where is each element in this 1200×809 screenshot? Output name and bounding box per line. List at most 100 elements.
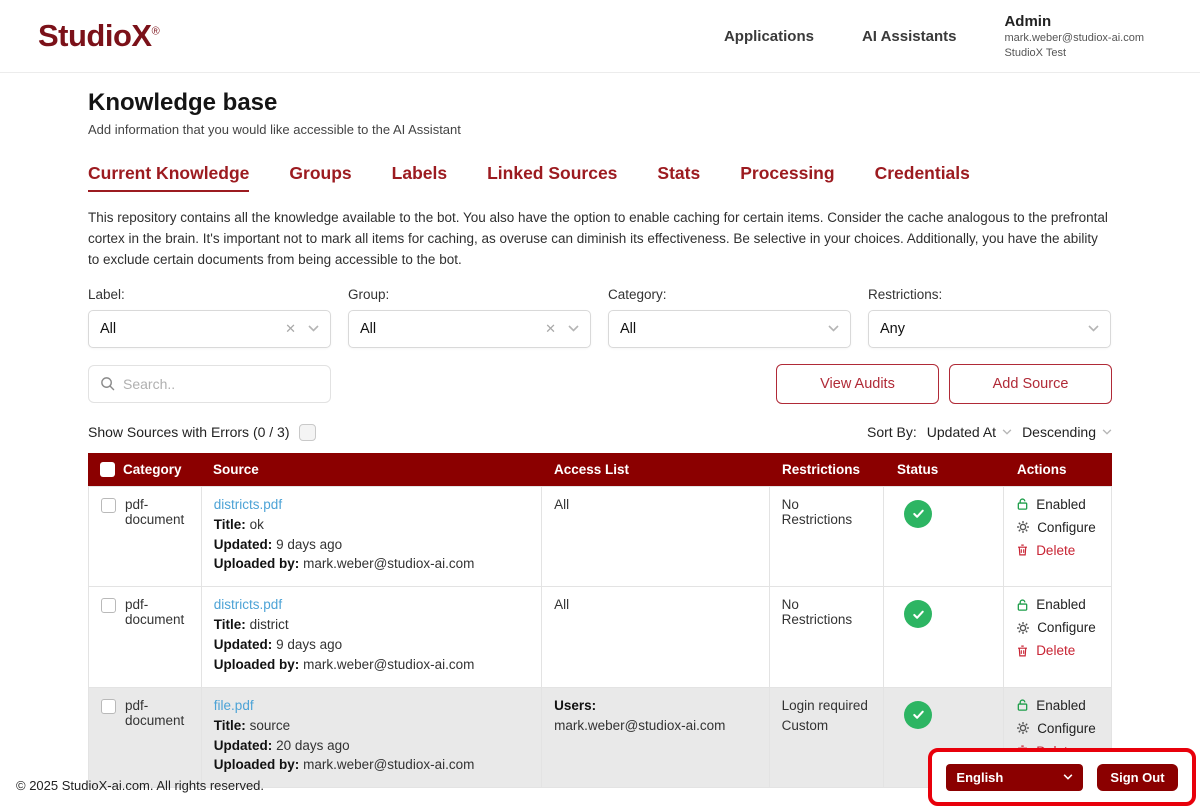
user-menu[interactable]: Admin mark.weber@studiox-ai.com StudioX …	[1004, 12, 1144, 60]
configure-action-label: Configure	[1037, 721, 1096, 736]
annotation-highlight-box: English Sign Out	[928, 748, 1196, 806]
main-content: Knowledge base Add information that you …	[88, 89, 1112, 788]
nav-ai-assistants[interactable]: AI Assistants	[862, 28, 956, 45]
chevron-down-icon	[1063, 774, 1073, 780]
enabled-action[interactable]: Enabled	[1016, 597, 1099, 612]
select-all-checkbox[interactable]	[100, 462, 115, 477]
tab-processing[interactable]: Processing	[740, 163, 834, 192]
title-label: Title:	[214, 517, 246, 532]
group-select[interactable]: All ✕	[348, 310, 591, 348]
title-label: Title:	[214, 718, 246, 733]
filter-category-caption: Category:	[608, 287, 851, 302]
table-row: pdf-document districts.pdf Title: distri…	[88, 586, 1112, 687]
page-subtitle: Add information that you would like acce…	[88, 122, 1112, 137]
delete-action[interactable]: Delete	[1016, 543, 1099, 558]
view-audits-button[interactable]: View Audits	[776, 364, 939, 404]
search-input[interactable]	[123, 376, 319, 392]
restriction-line: Login required	[782, 698, 872, 715]
gear-icon	[1016, 520, 1030, 534]
updated-value: 20 days ago	[276, 738, 350, 753]
filter-category: Category: All	[608, 287, 851, 348]
enabled-action[interactable]: Enabled	[1016, 497, 1099, 512]
uploaded-by-label: Uploaded by:	[214, 657, 300, 672]
access-list-cell: All	[542, 487, 770, 587]
chevron-down-icon	[308, 325, 319, 332]
tab-labels[interactable]: Labels	[392, 163, 447, 192]
delete-action-label: Delete	[1036, 543, 1075, 558]
tab-credentials[interactable]: Credentials	[875, 163, 970, 192]
sort-direction-value: Descending	[1022, 424, 1096, 440]
actions-cell: Enabled Configure Delete	[1004, 487, 1111, 587]
gear-icon	[1016, 721, 1030, 735]
clear-icon[interactable]: ✕	[285, 321, 296, 337]
sort-controls: Sort By: Updated At Descending	[867, 424, 1112, 440]
category-cell: pdf-document	[89, 487, 202, 587]
table-action-buttons: View Audits Add Source	[776, 364, 1112, 404]
label-select[interactable]: All ✕	[88, 310, 331, 348]
updated-label: Updated:	[214, 738, 273, 753]
sort-field-select[interactable]: Updated At	[927, 424, 1012, 440]
knowledge-table: Category Source Access List Restrictions…	[88, 453, 1112, 789]
category-select[interactable]: All	[608, 310, 851, 348]
access-users-label: Users:	[554, 698, 596, 713]
restrictions-select-value: Any	[880, 321, 1088, 337]
lock-icon	[1016, 598, 1029, 612]
user-name: Admin	[1004, 12, 1144, 32]
gear-icon	[1016, 621, 1030, 635]
user-email: mark.weber@studiox-ai.com	[1004, 31, 1144, 45]
uploaded-by-value: mark.weber@studiox-ai.com	[303, 556, 474, 571]
filter-group-caption: Group:	[348, 287, 591, 302]
uploaded-by-label: Uploaded by:	[214, 556, 300, 571]
restriction-line: Custom	[782, 718, 872, 735]
enabled-action-label: Enabled	[1036, 597, 1086, 612]
add-source-button[interactable]: Add Source	[949, 364, 1112, 404]
header-access-list: Access List	[542, 462, 770, 477]
status-cell	[884, 487, 1004, 587]
configure-action[interactable]: Configure	[1016, 721, 1099, 736]
tab-linked-sources[interactable]: Linked Sources	[487, 163, 617, 192]
source-cell: file.pdf Title: source Updated: 20 days …	[202, 688, 542, 788]
sort-by-label: Sort By:	[867, 424, 917, 440]
errors-toggle: Show Sources with Errors (0 / 3)	[88, 424, 316, 441]
title-value: district	[250, 617, 289, 632]
lock-icon	[1016, 698, 1029, 712]
tab-stats[interactable]: Stats	[657, 163, 700, 192]
source-file-link[interactable]: districts.pdf	[214, 597, 282, 612]
restrictions-select[interactable]: Any	[868, 310, 1111, 348]
filter-label: Label: All ✕	[88, 287, 331, 348]
access-user-value: mark.weber@studiox-ai.com	[554, 718, 757, 735]
tab-current-knowledge[interactable]: Current Knowledge	[88, 163, 249, 192]
row-checkbox[interactable]	[101, 498, 116, 513]
row-checkbox[interactable]	[101, 598, 116, 613]
source-file-link[interactable]: districts.pdf	[214, 497, 282, 512]
row-checkbox[interactable]	[101, 699, 116, 714]
chevron-down-icon	[568, 325, 579, 332]
logo-text: StudioX	[38, 18, 152, 53]
registered-mark: ®	[152, 26, 160, 38]
clear-icon[interactable]: ✕	[545, 321, 556, 337]
source-file-link[interactable]: file.pdf	[214, 698, 254, 713]
tab-groups[interactable]: Groups	[289, 163, 351, 192]
uploaded-by-label: Uploaded by:	[214, 757, 300, 772]
sort-direction-select[interactable]: Descending	[1022, 424, 1112, 440]
top-bar: StudioX® Applications AI Assistants Admi…	[0, 0, 1200, 73]
errors-toggle-checkbox[interactable]	[299, 424, 316, 441]
language-select[interactable]: English	[946, 764, 1083, 791]
nav-applications[interactable]: Applications	[724, 28, 814, 45]
studiox-logo[interactable]: StudioX®	[38, 18, 159, 54]
restrictions-cell: Login required Custom	[770, 688, 885, 788]
updated-label: Updated:	[214, 637, 273, 652]
enabled-action[interactable]: Enabled	[1016, 698, 1099, 713]
delete-action[interactable]: Delete	[1016, 643, 1099, 658]
sign-out-button[interactable]: Sign Out	[1097, 764, 1177, 791]
status-enabled-icon	[904, 701, 932, 729]
title-value: source	[250, 718, 291, 733]
configure-action[interactable]: Configure	[1016, 620, 1099, 635]
configure-action[interactable]: Configure	[1016, 520, 1099, 535]
copyright-text: © 2025 StudioX-ai.com. All rights reserv…	[16, 778, 264, 793]
header-restrictions: Restrictions	[770, 462, 885, 477]
access-list-cell: Users: mark.weber@studiox-ai.com	[542, 688, 770, 788]
category-cell: pdf-document	[89, 688, 202, 788]
status-enabled-icon	[904, 600, 932, 628]
list-controls-row: Show Sources with Errors (0 / 3) Sort By…	[88, 424, 1112, 441]
